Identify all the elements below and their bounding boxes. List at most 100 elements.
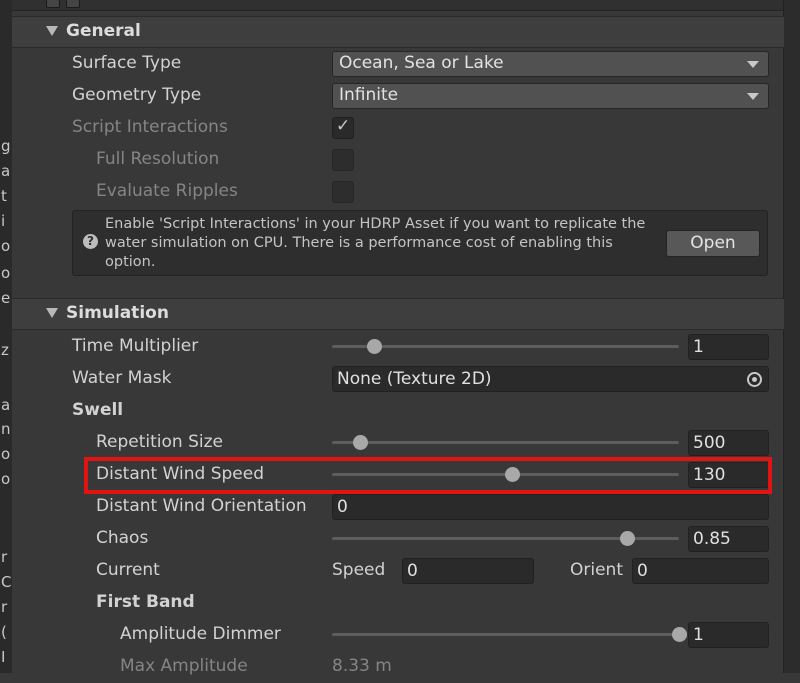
help-text: Enable 'Script Interactions' in your HDR… [105, 216, 646, 270]
first-band-label: First Band [96, 592, 195, 612]
chaos-label: Chaos [96, 528, 149, 548]
evaluate-ripples-checkbox[interactable] [332, 181, 354, 203]
distant-wind-orientation-label: Distant Wind Orientation [96, 496, 307, 516]
checkmark-icon: ✓ [336, 116, 351, 136]
amplitude-dimmer-row: Amplitude Dimmer 1 [12, 619, 784, 651]
first-band-row: First Band [12, 587, 784, 619]
strip-glyph: o [1, 264, 11, 282]
strip-glyph: o [1, 237, 11, 255]
strip-glyph: ( [1, 623, 7, 641]
strip-glyph: e [1, 289, 11, 307]
current-orient-value: 0 [637, 561, 648, 581]
full-resolution-label: Full Resolution [96, 149, 220, 169]
geometry-type-value: Infinite [339, 85, 399, 105]
repetition-size-value: 500 [693, 433, 726, 453]
distant-wind-orientation-field[interactable]: 0 [332, 494, 769, 520]
help-box: ? Enable 'Script Interactions' in your H… [72, 210, 768, 276]
max-amplitude-label: Max Amplitude [120, 656, 248, 676]
water-mask-field[interactable]: None (Texture 2D) [332, 366, 769, 392]
strip-glyph: n [1, 420, 11, 438]
script-interactions-row: Script Interactions ✓ [12, 112, 784, 144]
strip-glyph: a [1, 162, 11, 180]
time-multiplier-slider[interactable] [332, 339, 679, 354]
distant-wind-orientation-value: 0 [337, 497, 348, 517]
foldout-arrow-icon[interactable] [46, 26, 58, 36]
current-speed-value: 0 [407, 561, 418, 581]
slider-thumb[interactable] [352, 435, 368, 450]
open-hdrp-asset-button[interactable]: Open [666, 230, 760, 257]
amplitude-dimmer-slider[interactable] [332, 627, 687, 642]
chevron-down-icon [747, 61, 759, 68]
surface-type-label: Surface Type [72, 53, 182, 73]
strip-glyph: o [1, 470, 11, 488]
strip-glyph: C [1, 573, 12, 591]
repetition-size-label: Repetition Size [96, 432, 224, 452]
full-resolution-checkbox[interactable] [332, 149, 354, 171]
chaos-field[interactable]: 0.85 [688, 526, 769, 552]
adjacent-panel-strip: g a t i o o e z a n o o r C r ( I [0, 0, 12, 673]
repetition-size-row: Repetition Size 500 [12, 427, 784, 459]
component-toggle[interactable] [46, 0, 60, 8]
surface-type-row: Surface Type Ocean, Sea or Lake [12, 48, 784, 80]
strip-glyph: t [1, 187, 7, 205]
current-orient-field[interactable]: 0 [632, 558, 769, 584]
full-resolution-row: Full Resolution [12, 144, 784, 176]
water-mask-value: None (Texture 2D) [337, 369, 492, 389]
strip-glyph: i [1, 212, 6, 230]
swell-label: Swell [72, 400, 124, 420]
strip-glyph: g [1, 137, 11, 155]
slider-thumb[interactable] [672, 627, 687, 642]
current-label: Current [96, 560, 160, 580]
strip-glyph: z [1, 341, 9, 359]
swell-row: Swell [12, 395, 784, 427]
strip-glyph: I [1, 648, 6, 666]
amplitude-dimmer-field[interactable]: 1 [688, 622, 769, 648]
evaluate-ripples-row: Evaluate Ripples [12, 176, 784, 208]
max-amplitude-value: 8.33 m [332, 656, 392, 676]
section-simulation[interactable]: Simulation [12, 298, 784, 330]
surface-type-dropdown[interactable]: Ocean, Sea or Lake [332, 51, 769, 77]
current-speed-field[interactable]: 0 [402, 558, 534, 584]
max-amplitude-row: Max Amplitude 8.33 m [12, 651, 784, 683]
object-picker-icon[interactable] [747, 372, 762, 387]
help-icon: ? [83, 234, 98, 249]
repetition-size-field[interactable]: 500 [688, 430, 769, 456]
inspector-scrollbar[interactable] [783, 0, 800, 673]
geometry-type-dropdown[interactable]: Infinite [332, 83, 769, 109]
foldout-arrow-icon[interactable] [46, 308, 58, 318]
surface-type-value: Ocean, Sea or Lake [339, 53, 504, 73]
time-multiplier-value: 1 [693, 337, 704, 357]
slider-thumb[interactable] [366, 339, 382, 354]
water-mask-label: Water Mask [72, 368, 172, 388]
script-interactions-checkbox[interactable]: ✓ [332, 116, 354, 139]
chaos-slider[interactable] [332, 531, 679, 546]
geometry-type-label: Geometry Type [72, 85, 202, 105]
current-row: Current Speed 0 Orient 0 [12, 555, 784, 587]
script-interactions-label: Script Interactions [72, 117, 228, 137]
water-mask-row: Water Mask None (Texture 2D) [12, 363, 784, 395]
geometry-type-row: Geometry Type Infinite [12, 80, 784, 112]
strip-glyph: r [1, 548, 8, 566]
amplitude-dimmer-value: 1 [693, 625, 704, 645]
current-speed-label: Speed [332, 560, 386, 580]
time-multiplier-field[interactable]: 1 [688, 334, 769, 360]
time-multiplier-row: Time Multiplier 1 [12, 331, 784, 363]
component-enabled-checkbox[interactable] [66, 0, 80, 8]
chevron-down-icon [747, 93, 759, 100]
section-title: Simulation [66, 303, 169, 323]
evaluate-ripples-label: Evaluate Ripples [96, 181, 238, 201]
strip-glyph: a [1, 396, 11, 414]
strip-glyph: r [1, 598, 8, 616]
chaos-value: 0.85 [693, 529, 731, 549]
time-multiplier-label: Time Multiplier [72, 336, 199, 356]
current-orient-label: Orient [570, 560, 623, 580]
chaos-row: Chaos 0.85 [12, 523, 784, 555]
component-header [12, 0, 784, 11]
section-title: General [66, 21, 141, 41]
strip-glyph: o [1, 445, 11, 463]
highlight-box [84, 457, 772, 494]
amplitude-dimmer-label: Amplitude Dimmer [120, 624, 281, 644]
slider-thumb[interactable] [619, 531, 635, 546]
section-general[interactable]: General [12, 16, 784, 48]
repetition-size-slider[interactable] [332, 435, 679, 450]
